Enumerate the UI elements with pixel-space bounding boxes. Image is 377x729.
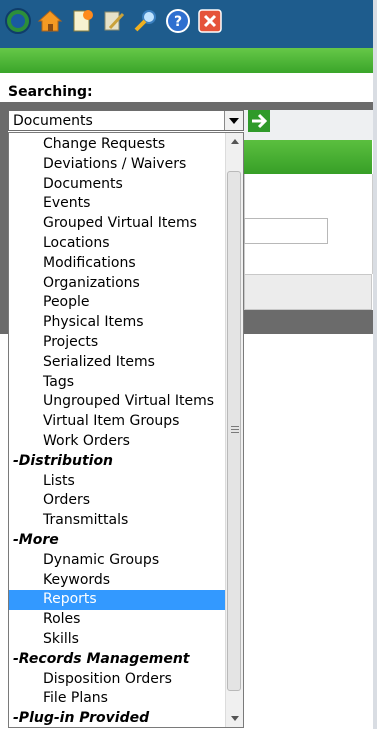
dropdown-option[interactable]: Work Orders	[9, 432, 227, 452]
search-text-input[interactable]	[244, 218, 328, 244]
logo-icon[interactable]	[4, 7, 32, 35]
scroll-grip-icon	[231, 426, 239, 435]
option-group-header: -Plug-in Provided	[13, 710, 150, 727]
dropdown-option[interactable]: Skills	[9, 630, 227, 650]
green-banner	[0, 48, 373, 73]
dropdown-option[interactable]: File Plans	[9, 689, 227, 709]
dropdown-option[interactable]: Keywords	[9, 571, 227, 591]
dropdown-option[interactable]: Lists	[9, 472, 227, 492]
toolbar-icons: ?	[4, 5, 224, 37]
option-group-header: -More	[13, 531, 59, 548]
dropdown-arrow-button[interactable]	[224, 111, 243, 130]
dropdown-option[interactable]: Deviations / Waivers	[9, 155, 227, 175]
dropdown-option[interactable]: Virtual Item Groups	[9, 412, 227, 432]
search-type-value: Documents	[13, 113, 93, 129]
new-item-icon[interactable]	[68, 7, 96, 35]
dropdown-option[interactable]: Disposition Orders	[9, 670, 227, 690]
search-type-select[interactable]: Documents	[8, 110, 244, 131]
panel-green-header	[244, 140, 372, 174]
dropdown-option[interactable]: Serialized Items	[9, 353, 227, 373]
option-group-header: -Distribution	[13, 452, 114, 469]
dropdown-option[interactable]: Reports	[9, 590, 227, 611]
dropdown-option[interactable]: Physical Items	[9, 313, 227, 333]
dropdown-option[interactable]: People	[9, 293, 227, 313]
chevron-up-icon	[230, 139, 239, 144]
dropdown-option[interactable]: Events	[9, 194, 227, 214]
go-button[interactable]	[248, 110, 270, 132]
dropdown-scrollbar[interactable]	[225, 133, 243, 727]
dropdown-option[interactable]: Tags	[9, 373, 227, 393]
right-border	[373, 0, 377, 729]
chevron-down-icon	[230, 716, 239, 721]
dropdown-option[interactable]: Organizations	[9, 274, 227, 294]
close-icon[interactable]	[196, 7, 224, 35]
dropdown-option[interactable]: Transmittals	[9, 511, 227, 531]
dropdown-option[interactable]: Orders	[9, 491, 227, 511]
search-type-dropdown-list: Change Requests Deviations / Waivers Docum…	[8, 132, 244, 728]
panel-header-strip	[0, 102, 373, 110]
dropdown-option[interactable]: Modifications	[9, 254, 227, 274]
arrow-right-icon	[252, 113, 268, 129]
option-list: Change Requests Deviations / Waivers Docum…	[9, 135, 227, 727]
panel-footer-strip	[244, 310, 373, 334]
scroll-down-button[interactable]	[226, 710, 243, 727]
scroll-up-button[interactable]	[226, 133, 243, 150]
dropdown-option[interactable]: Projects	[9, 333, 227, 353]
searching-label: Searching:	[8, 84, 93, 100]
dropdown-option[interactable]: Ungrouped Virtual Items	[9, 392, 227, 412]
dropdown-option[interactable]: Documents	[9, 175, 227, 195]
dropdown-option[interactable]: Locations	[9, 234, 227, 254]
dropdown-option[interactable]: Change Requests	[9, 135, 227, 155]
svg-text:?: ?	[174, 14, 182, 30]
search-icon[interactable]	[132, 7, 160, 35]
help-icon[interactable]: ?	[164, 7, 192, 35]
tools-icon[interactable]	[100, 7, 128, 35]
top-toolbar: ?	[0, 0, 373, 48]
scroll-thumb[interactable]	[227, 171, 241, 691]
home-icon[interactable]	[36, 7, 64, 35]
dropdown-option[interactable]: Dynamic Groups	[9, 551, 227, 571]
dropdown-option[interactable]: Grouped Virtual Items	[9, 214, 227, 234]
chevron-down-icon	[229, 117, 239, 124]
dropdown-option[interactable]: Roles	[9, 610, 227, 630]
panel-left-border	[0, 110, 8, 334]
option-group-header: -Records Management	[13, 650, 190, 667]
panel-button-area	[244, 274, 372, 310]
